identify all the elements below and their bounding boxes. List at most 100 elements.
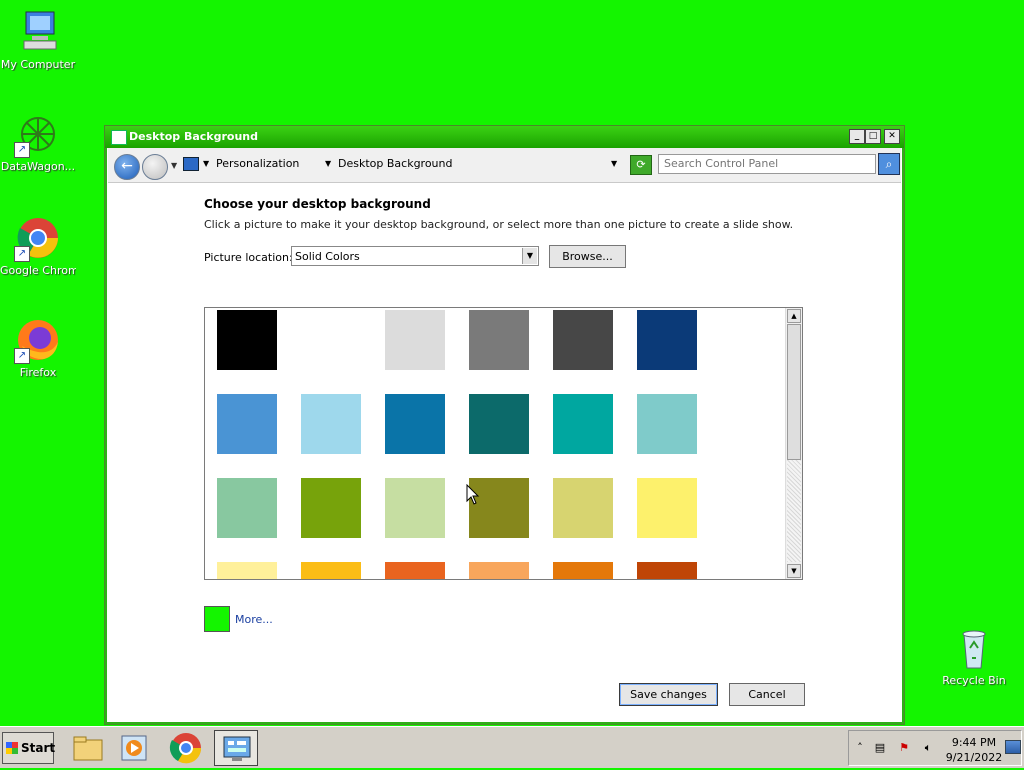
address-history-dropdown[interactable]: ▼ — [611, 154, 617, 174]
color-swatch[interactable] — [385, 562, 445, 579]
breadcrumb-personalization[interactable]: Personalization — [216, 154, 299, 174]
more-colors-link[interactable]: More... — [235, 613, 273, 626]
color-swatch[interactable] — [469, 562, 529, 579]
browse-button[interactable]: Browse... — [549, 245, 626, 268]
color-swatch[interactable] — [637, 562, 697, 579]
page-description: Click a picture to make it your desktop … — [204, 218, 794, 231]
picture-location-label: Picture location: — [204, 251, 293, 264]
breadcrumb-root-chevron[interactable]: ▼ — [203, 154, 209, 174]
desktop-icon-label: My Computer — [0, 58, 76, 71]
color-swatch[interactable] — [301, 562, 361, 579]
color-swatch[interactable] — [637, 310, 697, 370]
color-swatch[interactable] — [301, 478, 361, 538]
taskbar-file-explorer[interactable] — [66, 730, 110, 766]
color-swatch[interactable] — [637, 478, 697, 538]
chrome-icon: ↗ — [14, 214, 62, 262]
shortcut-arrow-icon: ↗ — [14, 246, 30, 262]
shortcut-arrow-icon: ↗ — [14, 142, 30, 158]
minimize-button[interactable]: _ — [849, 129, 865, 144]
breadcrumb-chevron[interactable]: ▼ — [325, 154, 331, 174]
chevron-down-icon[interactable]: ▼ — [522, 248, 537, 264]
color-swatch[interactable] — [385, 310, 445, 370]
desktop-icon-google-chrome[interactable]: ↗ Google Chrome — [0, 214, 76, 277]
clock-date[interactable]: 9/21/2022 — [944, 751, 1004, 764]
page-heading: Choose your desktop background — [204, 197, 431, 211]
forward-button[interactable] — [142, 154, 168, 180]
show-hidden-icons-button[interactable]: ˄ — [853, 741, 867, 755]
close-button[interactable]: ✕ — [884, 129, 900, 144]
search-button[interactable]: ⌕ — [878, 153, 900, 175]
scroll-up-button[interactable]: ▲ — [787, 309, 801, 323]
title-bar[interactable]: Desktop Background _ □ ✕ — [105, 126, 904, 148]
scroll-thumb[interactable] — [787, 324, 801, 460]
arrow-left-icon: ← — [121, 158, 133, 174]
desktop-icon-label: DataWagon... — [0, 160, 76, 173]
desktop-icon-label: Firefox — [19, 366, 57, 379]
chrome-icon — [169, 733, 202, 764]
color-swatch[interactable] — [217, 310, 277, 370]
current-color-swatch[interactable] — [204, 606, 230, 632]
content-area: Choose your desktop background Click a p… — [105, 183, 904, 724]
color-swatch[interactable] — [217, 394, 277, 454]
color-swatch[interactable] — [553, 394, 613, 454]
address-bar: ← ▼ ▼ Personalization ▼ Desktop Backgrou… — [108, 148, 901, 183]
firefox-icon: ↗ — [14, 316, 62, 364]
picture-location-select[interactable]: Solid Colors ▼ — [291, 246, 539, 266]
system-tray: ˄ ▤ ⚑ 🔈︎ 9:44 PM 9/21/2022 — [848, 730, 1022, 766]
folder-icon — [73, 736, 103, 761]
desktop-icon-datawagon[interactable]: ↗ DataWagon... — [0, 110, 76, 173]
shortcut-arrow-icon: ↗ — [14, 348, 30, 364]
color-swatch[interactable] — [385, 478, 445, 538]
picture-location-value: Solid Colors — [295, 250, 360, 263]
display-settings-icon — [111, 130, 127, 145]
color-swatch[interactable] — [469, 310, 529, 370]
control-panel-icon — [223, 736, 251, 761]
refresh-button[interactable]: ⟳ — [630, 155, 652, 175]
back-button[interactable]: ← — [114, 154, 140, 180]
recycle-bin-icon — [950, 624, 998, 672]
datawagon-icon: ↗ — [14, 110, 62, 158]
control-panel-icon — [183, 157, 199, 171]
save-changes-button[interactable]: Save changes — [619, 683, 718, 706]
desktop-icon-my-computer[interactable]: My Computer — [0, 8, 76, 71]
vertical-scrollbar[interactable]: ▲ ▼ — [785, 308, 802, 579]
desktop-icon-label: Recycle Bin — [942, 674, 1006, 687]
maximize-button[interactable]: □ — [865, 129, 881, 144]
cancel-button[interactable]: Cancel — [729, 683, 805, 706]
refresh-icon: ⟳ — [636, 158, 646, 171]
color-swatch[interactable] — [553, 478, 613, 538]
taskbar-media-player[interactable] — [113, 730, 157, 766]
color-swatch[interactable] — [637, 394, 697, 454]
show-desktop-button[interactable] — [1005, 740, 1021, 754]
clock-time[interactable]: 9:44 PM — [944, 736, 1004, 749]
desktop-background-window: Desktop Background _ □ ✕ ← ▼ ▼ Personali… — [104, 125, 905, 725]
action-center-icon[interactable]: ⚑ — [897, 741, 911, 755]
color-swatch[interactable] — [217, 478, 277, 538]
scroll-track[interactable] — [787, 460, 801, 562]
volume-icon[interactable]: 🔈︎ — [921, 741, 935, 755]
breadcrumb: ▼ Personalization ▼ Desktop Background ▼ — [183, 154, 623, 174]
start-button[interactable]: Start — [2, 732, 56, 764]
mouse-cursor-icon — [466, 484, 480, 505]
desktop-icon-recycle-bin[interactable]: Recycle Bin — [936, 624, 1012, 687]
taskbar-control-panel[interactable] — [214, 730, 258, 766]
color-swatch[interactable] — [217, 562, 277, 579]
network-icon[interactable]: ▤ — [873, 741, 887, 755]
scroll-down-button[interactable]: ▼ — [787, 564, 801, 578]
search-icon: ⌕ — [885, 157, 893, 171]
window-title: Desktop Background — [129, 130, 259, 143]
start-label: Start — [21, 741, 56, 755]
desktop-icon-firefox[interactable]: ↗ Firefox — [0, 316, 76, 379]
media-player-icon — [121, 735, 147, 761]
color-swatch[interactable] — [469, 394, 529, 454]
desktop-icon-label: Google Chrome — [0, 264, 76, 277]
color-swatch[interactable] — [301, 310, 361, 370]
search-input[interactable] — [658, 154, 876, 174]
color-swatch[interactable] — [385, 394, 445, 454]
breadcrumb-desktop-background[interactable]: Desktop Background — [338, 154, 453, 174]
color-swatch[interactable] — [301, 394, 361, 454]
color-swatch[interactable] — [553, 562, 613, 579]
color-swatch[interactable] — [553, 310, 613, 370]
recent-pages-dropdown[interactable]: ▼ — [171, 161, 177, 170]
taskbar-google-chrome[interactable] — [164, 730, 208, 766]
